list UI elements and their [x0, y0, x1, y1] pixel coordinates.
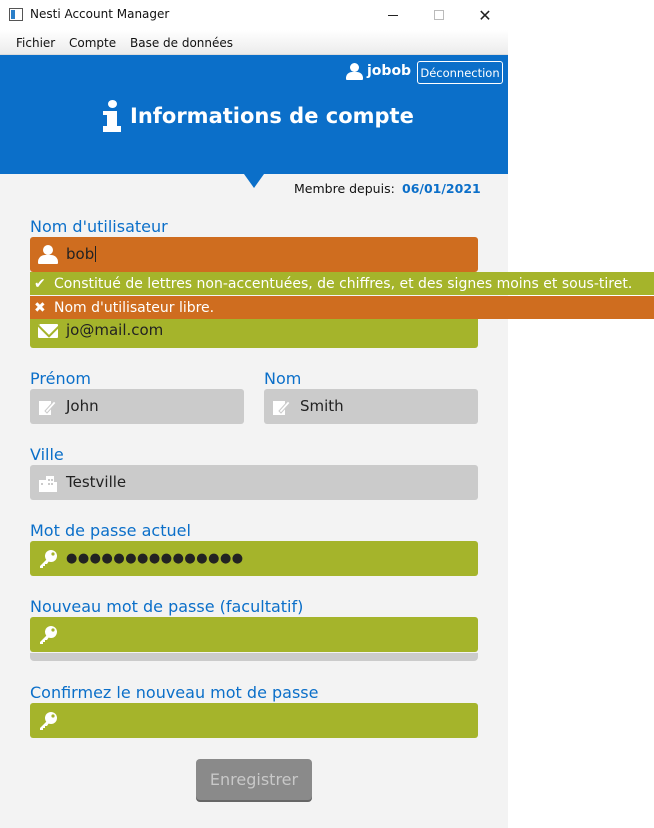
firstname-label: Prénom	[30, 369, 91, 388]
minimize-icon	[388, 14, 398, 16]
minimize-button[interactable]	[370, 0, 416, 30]
member-since-label: Membre depuis:	[294, 181, 395, 196]
lastname-field[interactable]: Smith	[264, 389, 478, 424]
city-icon	[38, 473, 58, 493]
menu-base-de-donnees[interactable]: Base de données	[130, 36, 233, 50]
check-icon: ✔	[34, 275, 46, 292]
key-icon	[38, 711, 58, 731]
password-strength-bar	[30, 653, 478, 661]
save-button[interactable]: Enregistrer	[196, 759, 312, 800]
current-password-label: Mot de passe actuel	[30, 521, 191, 540]
member-since-date: 06/01/2021	[402, 181, 481, 196]
city-value: Testville	[66, 473, 127, 491]
username-field[interactable]: bob	[30, 237, 478, 272]
lastname-label: Nom	[264, 369, 302, 388]
key-icon	[38, 625, 58, 645]
menu-compte[interactable]: Compte	[69, 36, 116, 50]
current-password-field[interactable]: ●●●●●●●●●●●●●●●	[30, 541, 478, 576]
new-password-label: Nouveau mot de passe (facultatif)	[30, 597, 304, 616]
new-password-field[interactable]	[30, 617, 478, 652]
validation-ok-message: Constitué de lettres non-accentuées, de …	[54, 275, 633, 292]
username-label: Nom d'utilisateur	[30, 217, 168, 236]
close-icon: ✕	[478, 5, 492, 25]
validation-error-tooltip: ✖ Nom d'utilisateur libre.	[30, 296, 654, 319]
current-password-value: ●●●●●●●●●●●●●●●	[66, 551, 244, 566]
info-icon	[103, 100, 121, 134]
app-icon	[9, 8, 23, 21]
confirm-password-label: Confirmez le nouveau mot de passe	[30, 683, 319, 702]
city-label: Ville	[30, 445, 64, 464]
page-title: Informations de compte	[130, 104, 414, 128]
edit-icon	[272, 397, 292, 417]
firstname-value: John	[66, 397, 99, 415]
user-icon	[38, 245, 58, 265]
user-icon	[350, 63, 359, 72]
validation-error-message: Nom d'utilisateur libre.	[54, 299, 215, 316]
header-notch	[244, 174, 264, 188]
logout-button[interactable]: Déconnection	[417, 61, 503, 84]
city-field[interactable]: Testville	[30, 465, 478, 500]
menu-bar: Fichier Compte Base de données	[0, 30, 508, 55]
maximize-button[interactable]	[416, 0, 462, 30]
menu-fichier[interactable]: Fichier	[16, 36, 55, 50]
username-value: bob	[66, 245, 95, 263]
firstname-field[interactable]: John	[30, 389, 244, 424]
confirm-password-field[interactable]	[30, 703, 478, 738]
cross-icon: ✖	[34, 299, 46, 316]
mail-icon	[38, 324, 58, 338]
email-value: jo@mail.com	[66, 321, 164, 339]
text-caret	[95, 246, 97, 262]
close-button[interactable]: ✕	[462, 0, 508, 30]
lastname-value: Smith	[300, 397, 344, 415]
app-window: Nesti Account Manager ✕ Fichier Compte B…	[0, 0, 654, 828]
edit-icon	[38, 397, 58, 417]
window-title: Nesti Account Manager	[30, 7, 170, 21]
current-username: jobob	[367, 63, 412, 79]
title-bar: Nesti Account Manager ✕	[0, 0, 508, 30]
validation-ok-tooltip: ✔ Constitué de lettres non-accentuées, d…	[30, 272, 654, 295]
key-icon	[38, 549, 58, 569]
maximize-icon	[434, 10, 444, 20]
